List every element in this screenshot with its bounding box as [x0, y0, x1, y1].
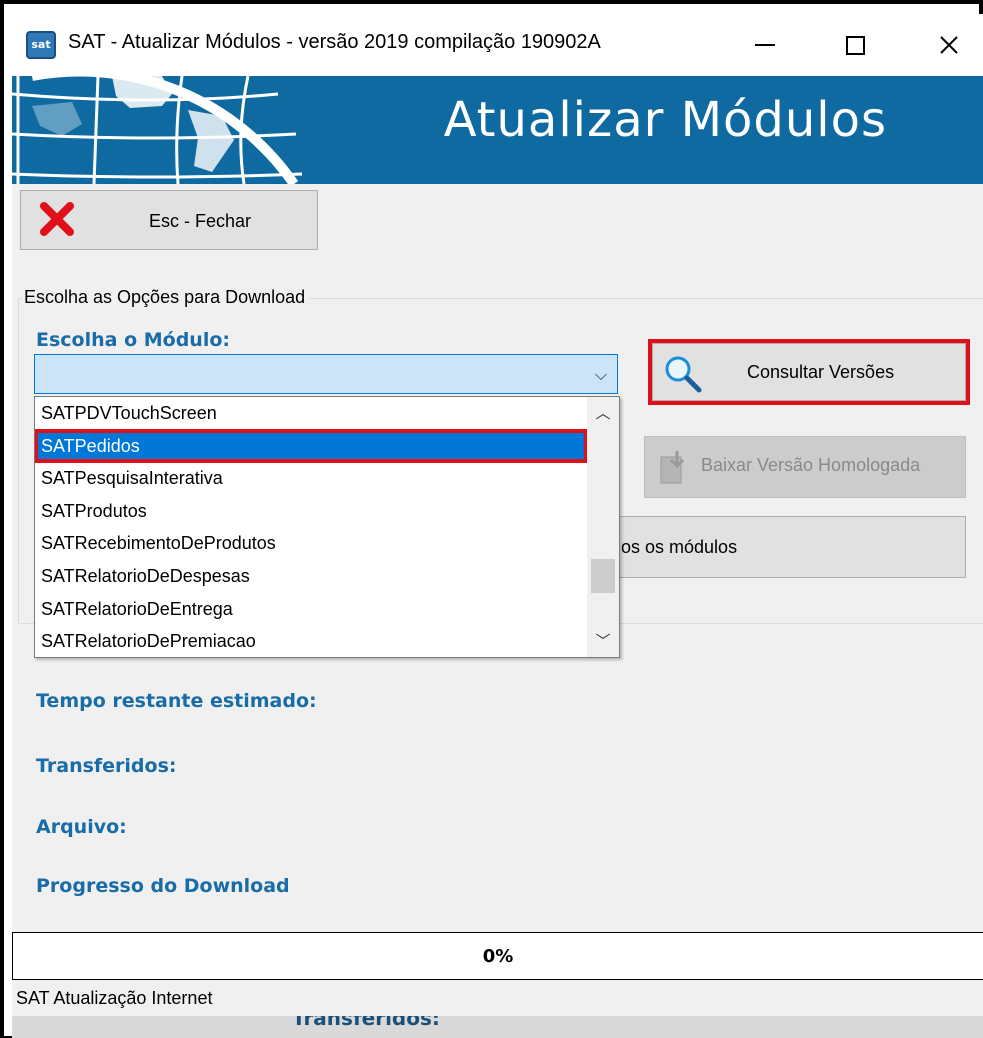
chevron-down-icon: ⌵ [594, 365, 607, 384]
red-x-icon [40, 202, 74, 236]
search-icon [665, 356, 702, 393]
status-text: SAT Atualização Internet [16, 988, 213, 1008]
esc-close-button[interactable]: Esc - Fechar [20, 190, 318, 250]
file-label: Arquivo: [36, 816, 127, 838]
download-icon [660, 451, 685, 484]
all-modules-label: dos os módulos [611, 537, 738, 557]
background-window-text: Transferidos: [292, 1016, 440, 1030]
download-progress-label: Progresso do Download [36, 875, 290, 897]
module-option-selected[interactable]: SATPedidos [35, 428, 588, 464]
maximize-icon [845, 35, 865, 55]
title-bar: sat SAT - Atualizar Módulos - versão 201… [12, 14, 983, 76]
module-label: Escolha o Módulo: [36, 329, 230, 351]
all-modules-button[interactable]: dos os módulos [572, 516, 966, 578]
consult-versions-button[interactable]: Consultar Versões [648, 339, 970, 405]
scrollbar-thumb[interactable] [591, 559, 615, 593]
globe-graphic [12, 76, 303, 184]
consult-versions-button-face: Consultar Versões [652, 343, 966, 401]
app-window: sat SAT - Atualizar Módulos - versão 201… [12, 14, 983, 1038]
module-dropdown-list[interactable]: SATPDVTouchScreen SATPedidos SATPesquisa… [34, 396, 620, 658]
progress-percent: 0% [482, 946, 514, 967]
minimize-icon [755, 44, 775, 46]
close-window-button[interactable] [918, 14, 980, 76]
close-icon [940, 36, 958, 54]
dropdown-scrollbar[interactable]: ︿ ﹀ [587, 397, 619, 657]
header-banner: Atualizar Módulos [12, 76, 983, 184]
module-option[interactable]: SATProdutos [35, 495, 587, 528]
scroll-up-icon[interactable]: ︿ [587, 397, 619, 429]
module-option[interactable]: SATRelatorioDeDespesas [35, 560, 587, 593]
module-option[interactable]: SATPDVTouchScreen [35, 397, 587, 430]
module-option[interactable]: SATRelatorioDePremiacao [35, 625, 587, 657]
download-progress-bar: 0% [12, 932, 983, 980]
scroll-down-icon[interactable]: ﹀ [587, 625, 619, 657]
transferred-label: Transferidos: [36, 755, 177, 777]
module-option[interactable]: SATRelatorioDeEntrega [35, 593, 587, 626]
module-option[interactable]: SATPesquisaInterativa [35, 462, 587, 495]
sat-app-icon: sat [26, 31, 56, 59]
module-select[interactable]: ⌵ [34, 354, 618, 394]
banner-title: Atualizar Módulos [443, 92, 887, 148]
esc-close-label: Esc - Fechar [149, 211, 252, 231]
minimize-button[interactable] [734, 14, 796, 76]
module-option[interactable]: SATRecebimentoDeProdutos [35, 527, 587, 560]
status-bar: SAT Atualização Internet Transferidos: [12, 980, 983, 1038]
module-options: SATPDVTouchScreen SATPedidos SATPesquisa… [35, 397, 588, 657]
maximize-button[interactable] [824, 14, 886, 76]
consult-versions-label: Consultar Versões [747, 362, 895, 382]
download-approved-label: Baixar Versão Homologada [701, 455, 921, 475]
group-title: Escolha as Opções para Download [22, 287, 310, 308]
download-approved-button[interactable]: Baixar Versão Homologada [644, 436, 966, 498]
toolbar: Esc - Fechar [12, 184, 983, 268]
background-window-strip: Transferidos: [12, 1016, 983, 1038]
window-title: SAT - Atualizar Módulos - versão 2019 co… [68, 31, 601, 53]
remaining-time-label: Tempo restante estimado: [36, 690, 317, 712]
